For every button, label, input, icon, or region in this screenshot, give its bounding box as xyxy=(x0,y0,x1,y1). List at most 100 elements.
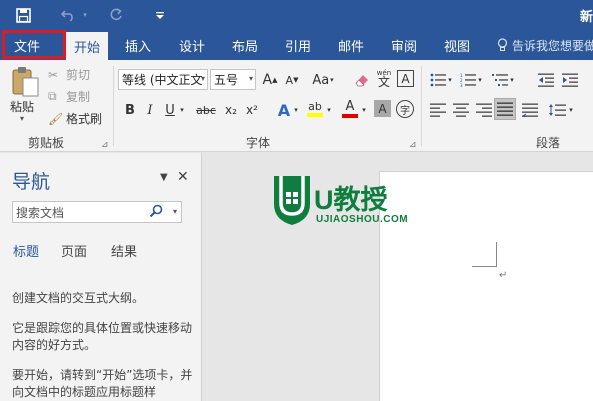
tab-design[interactable]: 设计 xyxy=(170,30,214,60)
superscript-button[interactable]: x² xyxy=(242,100,262,120)
shield-logo-icon xyxy=(274,176,310,225)
align-center-icon[interactable] xyxy=(451,100,471,120)
align-left-icon[interactable] xyxy=(428,100,448,120)
font-name-dropdown-icon: ▾ xyxy=(200,74,205,83)
ribbon-home: 粘贴 ▾ ✂ 剪切 ⧉ 复制 🖌 格式刷 剪贴板 ⊿ 等线 (中文正文 ▾ 五号… xyxy=(0,60,593,152)
shrink-font-button[interactable]: A ▼ xyxy=(282,70,302,90)
svg-text:3: 3 xyxy=(460,83,463,87)
underline-dropdown-icon[interactable]: ▾ xyxy=(177,100,187,120)
clipboard-launcher-icon[interactable]: ⊿ xyxy=(101,140,109,150)
shrink-font-icon: A xyxy=(285,73,294,87)
subscript-button[interactable]: x₂ xyxy=(221,100,241,120)
bullets-icon[interactable] xyxy=(428,70,448,90)
tell-me-box[interactable]: 告诉我您想要做 xyxy=(497,30,593,60)
strikethrough-button[interactable]: abc xyxy=(193,100,219,120)
highlight-icon: ab xyxy=(308,99,322,113)
multilevel-list-icon[interactable] xyxy=(490,70,510,90)
title-bar: ▾ 新 xyxy=(0,0,593,30)
change-case-icon: Aa xyxy=(312,72,330,88)
distributed-icon[interactable] xyxy=(520,100,540,120)
phonetic-guide-button[interactable]: wén 文 xyxy=(374,68,394,88)
paste-dropdown-icon[interactable]: ▾ xyxy=(20,114,24,123)
document-area: ↵ xyxy=(203,153,593,401)
lightbulb-icon xyxy=(497,38,508,51)
bullets-dropdown-icon[interactable]: ▾ xyxy=(446,70,454,90)
font-color-icon: A xyxy=(345,98,355,114)
paste-icon[interactable] xyxy=(10,66,42,98)
group-separator xyxy=(421,66,422,146)
numbering-dropdown-icon[interactable]: ▾ xyxy=(476,70,484,90)
line-spacing-dropdown-icon[interactable]: ▾ xyxy=(567,100,575,120)
close-icon[interactable]: ✕ xyxy=(177,169,189,185)
paste-button[interactable]: 粘贴 xyxy=(10,98,34,115)
font-color-button[interactable]: A xyxy=(340,98,360,118)
search-icon[interactable] xyxy=(149,204,163,221)
tab-layout[interactable]: 布局 xyxy=(223,30,267,60)
scissors-icon: ✂ xyxy=(48,67,59,82)
ribbon-tab-bar: 文件 开始 插入 设计 布局 引用 邮件 审阅 视图 告诉我您想要做 xyxy=(0,30,593,60)
watermark-site: UJIAOSHOU.COM xyxy=(316,214,409,225)
group-label-paragraph: 段落 xyxy=(536,136,561,150)
nav-pane-options-icon[interactable]: ▼ xyxy=(160,172,168,183)
numbering-icon[interactable]: 123 xyxy=(458,70,478,90)
change-case-button[interactable]: Aa ▾ xyxy=(310,70,336,90)
redo-icon[interactable] xyxy=(106,5,126,25)
decrease-indent-icon[interactable] xyxy=(536,70,556,90)
bold-button[interactable]: B xyxy=(120,100,140,120)
format-painter-label: 格式刷 xyxy=(66,112,103,126)
nav-help-text-1: 创建文档的交互式大纲。 xyxy=(12,291,145,305)
line-spacing-icon[interactable] xyxy=(547,100,567,120)
paragraph-mark-icon: ↵ xyxy=(499,270,508,281)
group-separator xyxy=(113,66,114,146)
group-label-font: 字体 xyxy=(246,136,271,150)
nav-tab-results[interactable]: 结果 xyxy=(111,241,137,260)
clear-formatting-icon[interactable] xyxy=(352,70,372,90)
highlight-dropdown-icon[interactable]: ▾ xyxy=(324,100,334,120)
copy-button[interactable]: ⧉ 复制 xyxy=(48,88,90,105)
document-page[interactable]: ↵ xyxy=(379,171,593,401)
search-dropdown-icon[interactable]: ▾ xyxy=(173,207,177,216)
search-input[interactable]: 搜索文档 ▾ xyxy=(12,201,182,223)
justify-icon[interactable] xyxy=(494,98,516,120)
tab-mailings[interactable]: 邮件 xyxy=(329,30,373,60)
phonetic-guide-char: 文 xyxy=(377,75,390,89)
character-border-button[interactable]: A xyxy=(397,70,414,87)
cut-label: 剪切 xyxy=(66,68,91,82)
watermark-logo: U教授 UJIAOSHOU.COM xyxy=(268,170,408,232)
highlight-button[interactable]: ab xyxy=(305,98,325,118)
copy-icon: ⧉ xyxy=(48,89,57,103)
navigation-pane: 导航 ▼ ✕ 搜索文档 ▾ 标题 页面 结果 创建文档的交互式大纲。 它是跟踪您… xyxy=(0,153,202,401)
format-painter-button[interactable]: 🖌 格式刷 xyxy=(48,110,102,127)
italic-button[interactable]: I xyxy=(140,100,160,120)
tab-file[interactable]: 文件 xyxy=(4,30,50,60)
nav-help-text-2: 它是跟踪您的具体位置或快速移动内容的好方式。 xyxy=(12,321,193,352)
character-shading-button[interactable]: A xyxy=(374,100,391,117)
increase-indent-icon[interactable] xyxy=(560,70,580,90)
tab-references[interactable]: 引用 xyxy=(276,30,320,60)
enclose-characters-button[interactable]: 字 xyxy=(396,100,414,118)
font-name-combo[interactable]: 等线 (中文正文 ▾ xyxy=(118,69,208,90)
save-icon[interactable] xyxy=(12,5,34,25)
text-effects-dropdown-icon[interactable]: ▾ xyxy=(291,100,301,120)
tab-review[interactable]: 审阅 xyxy=(382,30,426,60)
tab-home[interactable]: 开始 xyxy=(66,32,108,60)
nav-help-text-3: 要开始，请转到“开始”选项卡，并向文档中的标题应用标题样 xyxy=(12,368,193,399)
grow-font-icon: A xyxy=(262,72,273,88)
font-color-dropdown-icon[interactable]: ▾ xyxy=(359,100,369,120)
nav-tab-pages[interactable]: 页面 xyxy=(61,241,87,260)
tab-insert[interactable]: 插入 xyxy=(116,30,160,60)
watermark-brand: U教授 xyxy=(314,185,388,215)
undo-dropdown-icon[interactable]: ▾ xyxy=(80,5,90,25)
font-launcher-icon[interactable]: ⊿ xyxy=(409,140,417,150)
cut-button[interactable]: ✂ 剪切 xyxy=(48,66,90,83)
align-right-icon[interactable] xyxy=(474,100,494,120)
undo-icon[interactable] xyxy=(58,5,78,25)
customize-qat-icon[interactable] xyxy=(152,5,168,25)
nav-pane-title: 导航 xyxy=(12,171,51,193)
margin-corner-mark xyxy=(472,266,497,267)
grow-font-button[interactable]: A ▲ xyxy=(260,70,280,90)
tab-view[interactable]: 视图 xyxy=(435,30,479,60)
font-size-combo[interactable]: 五号 ▾ xyxy=(210,69,256,90)
multilevel-dropdown-icon[interactable]: ▾ xyxy=(508,70,516,90)
nav-tab-headings[interactable]: 标题 xyxy=(13,241,39,260)
